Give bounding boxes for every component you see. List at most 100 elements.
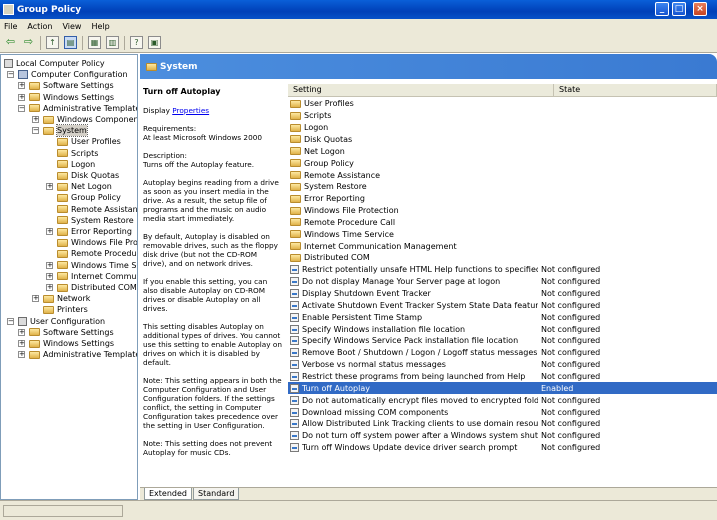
tree-item[interactable]: + Net Logon xyxy=(46,181,112,192)
tree-item[interactable]: + Distributed COM xyxy=(46,282,137,293)
setting-icon xyxy=(290,265,299,275)
list-item-setting[interactable]: Do not automatically encrypt files moved… xyxy=(288,394,717,406)
filter-icon[interactable]: ▣ xyxy=(148,36,161,49)
list-item-setting[interactable]: Restrict potentially unsafe HTML Help fu… xyxy=(288,264,717,276)
list-item-setting[interactable]: Specify Windows Service Pack installatio… xyxy=(288,335,717,347)
expand-icon[interactable]: + xyxy=(18,328,25,336)
minimize-button[interactable]: _ xyxy=(655,2,669,16)
list-item-folder[interactable]: System Restore xyxy=(288,181,717,193)
tree-item[interactable]: + Error Reporting xyxy=(46,226,132,237)
collapse-icon[interactable]: − xyxy=(7,317,14,325)
tab-extended[interactable]: Extended xyxy=(144,488,192,500)
collapse-icon[interactable]: − xyxy=(18,104,25,112)
list-item-setting[interactable]: Do not display Manage Your Server page a… xyxy=(288,276,717,288)
tree-item[interactable]: Printers xyxy=(32,304,88,315)
folder-icon xyxy=(57,272,68,281)
tree-item[interactable]: Disk Quotas xyxy=(46,170,119,181)
properties-icon[interactable]: ▦ xyxy=(88,36,101,49)
list-item-folder[interactable]: Error Reporting xyxy=(288,193,717,205)
tree-item[interactable]: − Administrative Templates xyxy=(18,103,137,114)
tree-item[interactable]: − User Configuration xyxy=(7,316,105,327)
list-item-folder[interactable]: Net Logon xyxy=(288,145,717,157)
list-item-setting[interactable]: Enable Persistent Time Stamp Not configur… xyxy=(288,311,717,323)
tree-item[interactable]: Remote Procedure xyxy=(46,248,137,259)
expand-icon[interactable]: + xyxy=(32,295,39,303)
expand-icon[interactable]: + xyxy=(46,228,53,235)
show-tree-icon[interactable]: ▤ xyxy=(64,36,77,49)
folder-icon xyxy=(43,115,54,124)
tree-item[interactable]: + Windows Components xyxy=(32,114,137,125)
menu-help[interactable]: Help xyxy=(91,22,109,31)
list-item-folder[interactable]: Group Policy xyxy=(288,157,717,169)
menu-file[interactable]: File xyxy=(4,22,17,31)
tree-item[interactable]: − Computer Configuration xyxy=(7,69,128,80)
list-item-folder[interactable]: User Profiles xyxy=(288,98,717,110)
list-item-setting[interactable]: Download missing COM components Not confi… xyxy=(288,406,717,418)
list-item-folder[interactable]: Remote Assistance xyxy=(288,169,717,181)
extended-description: Turn off Autoplay Display Properties Req… xyxy=(140,79,286,484)
list-item-setting[interactable]: Verbose vs normal status messages Not con… xyxy=(288,359,717,371)
menu-view[interactable]: View xyxy=(62,22,81,31)
list-item-setting[interactable]: Turn off Autoplay Enabled xyxy=(288,382,717,395)
tree-item[interactable]: + Network xyxy=(32,293,90,304)
expand-icon[interactable]: + xyxy=(46,284,53,291)
tree-item[interactable]: Scripts xyxy=(46,148,98,159)
tree-item[interactable]: + Software Settings xyxy=(18,80,114,91)
tree-item[interactable]: Remote Assistance xyxy=(46,204,137,215)
properties-link[interactable]: Properties xyxy=(172,106,209,115)
expand-icon[interactable]: + xyxy=(46,261,53,269)
forward-icon[interactable]: ⇨ xyxy=(22,36,35,49)
collapse-icon[interactable]: − xyxy=(32,127,39,135)
tree-item[interactable]: + Administrative Templates xyxy=(18,349,137,360)
collapse-icon[interactable]: − xyxy=(7,71,14,79)
list-item-setting[interactable]: Allow Distributed Link Tracking clients … xyxy=(288,418,717,430)
list-item-folder[interactable]: Scripts xyxy=(288,110,717,122)
tree-item[interactable]: User Profiles xyxy=(46,136,121,147)
list-item-setting[interactable]: Display Shutdown Event Tracker Not config… xyxy=(288,288,717,300)
list-item-folder[interactable]: Windows Time Service xyxy=(288,228,717,240)
tree-item[interactable]: System Restore xyxy=(46,215,134,226)
list-item-setting[interactable]: Turn off Windows Update device driver se… xyxy=(288,442,717,454)
expand-icon[interactable]: + xyxy=(46,272,53,280)
tree-item[interactable]: Logon xyxy=(46,159,95,170)
list-item-folder[interactable]: Disk Quotas xyxy=(288,134,717,146)
expand-icon[interactable]: + xyxy=(18,82,25,90)
column-header-state[interactable]: State xyxy=(554,84,717,97)
list-item-folder[interactable]: Windows File Protection xyxy=(288,205,717,217)
help-icon[interactable]: ? xyxy=(130,36,143,49)
tree-item[interactable]: Windows File Prote xyxy=(46,237,137,248)
tab-standard[interactable]: Standard xyxy=(193,488,240,500)
expand-icon[interactable]: + xyxy=(18,351,25,359)
list-item-setting[interactable]: Specify Windows installation file locati… xyxy=(288,323,717,335)
list-item-setting[interactable]: Restrict these programs from being launc… xyxy=(288,371,717,383)
up-folder-icon[interactable]: ↑ xyxy=(46,36,59,49)
close-button[interactable]: × xyxy=(693,2,707,16)
tree-item-label: Windows Time Serv xyxy=(71,260,137,270)
export-icon[interactable]: ▥ xyxy=(106,36,119,49)
list-item-folder[interactable]: Remote Procedure Call xyxy=(288,217,717,229)
tree-item[interactable]: − System xyxy=(32,124,88,138)
back-icon[interactable]: ⇦ xyxy=(4,36,17,49)
list-item-setting[interactable]: Do not turn off system power after a Win… xyxy=(288,430,717,442)
expand-icon[interactable]: + xyxy=(32,116,39,123)
list-item-setting[interactable]: Remove Boot / Shutdown / Logon / Logoff … xyxy=(288,347,717,359)
expand-icon[interactable]: + xyxy=(18,93,25,101)
policy-tree[interactable]: Local Computer Policy − Computer Configura… xyxy=(0,54,138,500)
tree-item[interactable]: + Windows Time Serv xyxy=(46,260,137,271)
list-item-folder[interactable]: Internet Communication Management xyxy=(288,240,717,252)
tree-item[interactable]: + Internet Communic xyxy=(46,271,137,282)
list-item-folder[interactable]: Logon xyxy=(288,122,717,134)
tree-item[interactable]: + Windows Settings xyxy=(18,92,114,103)
list-item-setting[interactable]: Activate Shutdown Event Tracker System S… xyxy=(288,299,717,311)
tree-item[interactable]: Local Computer Policy xyxy=(4,58,105,69)
settings-list[interactable]: Setting State User Profiles Scripts Logon D… xyxy=(288,79,717,484)
tree-item[interactable]: + Windows Settings xyxy=(18,338,114,349)
list-item-folder[interactable]: Distributed COM xyxy=(288,252,717,264)
tree-item[interactable]: + Software Settings xyxy=(18,327,114,338)
expand-icon[interactable]: + xyxy=(18,340,25,347)
menu-action[interactable]: Action xyxy=(27,22,52,31)
expand-icon[interactable]: + xyxy=(46,183,53,191)
column-header-setting[interactable]: Setting xyxy=(288,84,554,97)
tree-item[interactable]: Group Policy xyxy=(46,192,121,203)
maximize-button[interactable]: □ xyxy=(672,2,686,16)
